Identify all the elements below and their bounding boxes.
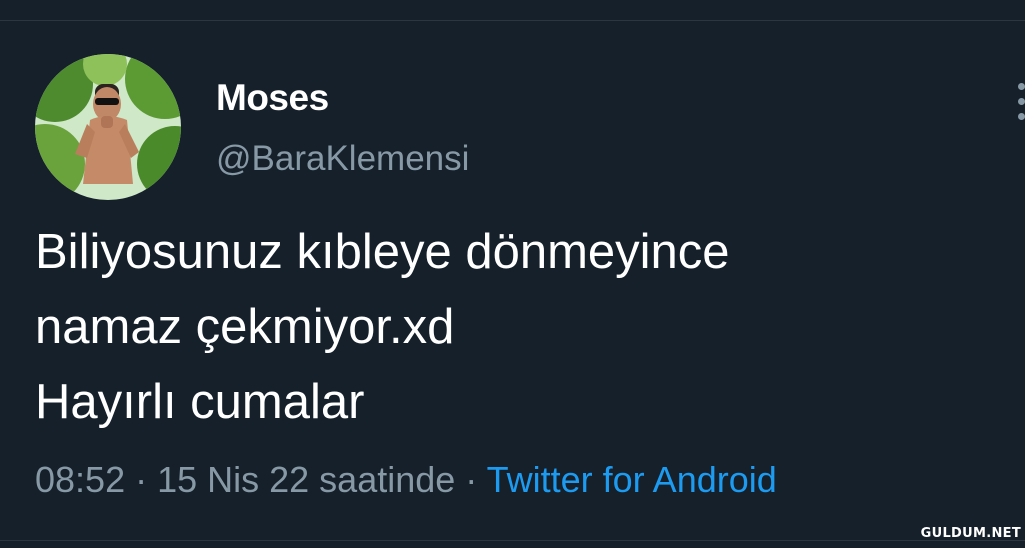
tweet-metadata: 08:52 · 15 Nis 22 saatinde · Twitter for… xyxy=(35,462,777,498)
tweet-text: Biliyosunuz kıbleye dönmeyince namaz çek… xyxy=(35,215,995,440)
tweet-text-line: namaz çekmiyor.xd xyxy=(35,300,455,354)
dot xyxy=(1018,98,1025,105)
tweet-source-link[interactable]: Twitter for Android xyxy=(487,459,777,500)
top-divider xyxy=(0,20,1025,21)
tweet-date[interactable]: 15 Nis 22 saatinde xyxy=(157,459,455,500)
avatar[interactable] xyxy=(35,54,181,200)
bottom-divider xyxy=(0,540,1025,541)
user-handle[interactable]: @BaraKlemensi xyxy=(216,141,469,176)
separator: · xyxy=(455,459,487,500)
more-options-icon[interactable] xyxy=(1015,83,1025,121)
separator: · xyxy=(125,459,158,500)
tweet-time[interactable]: 08:52 xyxy=(35,459,125,500)
tweet-text-line: Biliyosunuz kıbleye dönmeyince xyxy=(35,225,730,279)
dot xyxy=(1018,113,1025,120)
display-name[interactable]: Moses xyxy=(216,79,329,116)
watermark: GULDUM.NET xyxy=(920,526,1021,541)
tweet-text-line: Hayırlı cumalar xyxy=(35,375,365,429)
dot xyxy=(1018,83,1025,90)
avatar-image xyxy=(35,54,181,200)
